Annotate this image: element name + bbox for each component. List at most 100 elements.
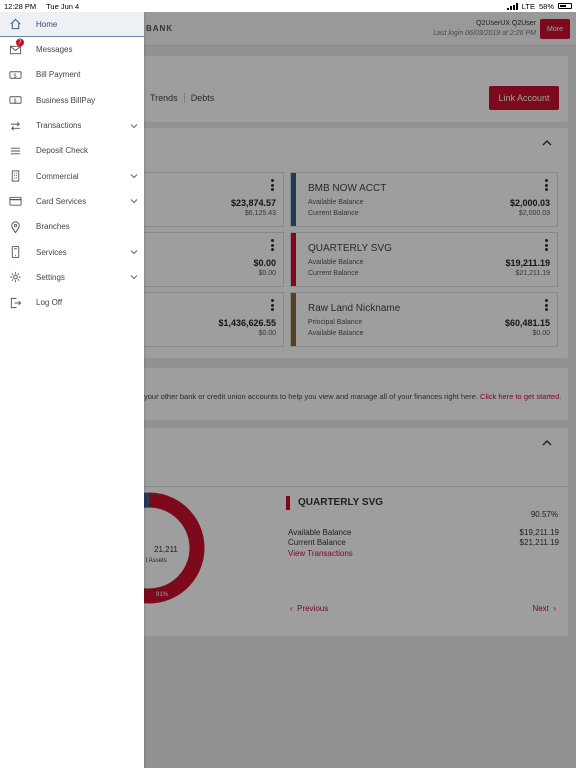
status-time: 12:28 PM [4, 1, 37, 11]
nav-item-home[interactable]: Home [0, 12, 144, 37]
kebab-menu-icon[interactable] [545, 299, 548, 311]
account-tile[interactable]: QUARTERLY SVG Available Balance Current Ba… [290, 232, 558, 287]
nav-item-branches[interactable]: Branches [0, 214, 144, 239]
balance-label: Available Balance [308, 259, 364, 266]
overview-tabs: Trends Debts [144, 93, 220, 103]
available-label: Available Balance [288, 528, 352, 537]
balance-label: Available Balance [308, 330, 364, 337]
more-button[interactable]: More [540, 19, 570, 39]
selected-account-percent: 90.57% [530, 510, 558, 519]
nav-item-label: Deposit Check [36, 146, 89, 156]
balance-label: Current Balance [308, 270, 359, 277]
bill-icon: $ [9, 68, 22, 81]
primary-balance: $19,211.19 [505, 258, 550, 268]
connect-panel: your other bank or credit union accounts… [144, 368, 568, 420]
nav-item-deposit-check[interactable]: Deposit Check [0, 138, 144, 163]
nav-item-label: Card Services [36, 196, 87, 206]
user-name: Q2UserUX Q2User [476, 20, 536, 27]
collapse-icon[interactable] [542, 438, 552, 448]
logout-icon [9, 296, 22, 309]
account-color-bar [291, 173, 296, 226]
signal-icon [506, 2, 518, 10]
nav-item-business-billpay[interactable]: $ Business BillPay [0, 88, 144, 113]
account-tile[interactable]: $1,436,626.55 $0.00 [134, 292, 284, 347]
nav-item-label: Messages [36, 45, 73, 55]
available-value: $19,211.19 [519, 528, 559, 537]
chevron-down-icon [130, 174, 138, 179]
nav-item-services[interactable]: Services [0, 239, 144, 264]
nav-item-label: Business BillPay [36, 95, 96, 105]
account-tile[interactable]: $23,874.57 $6,125.43 [134, 172, 284, 227]
previous-button[interactable]: ‹ Previous [290, 604, 328, 613]
assets-donut-chart[interactable]: 21,211 l Assets 91% [144, 488, 206, 608]
kebab-menu-icon[interactable] [545, 239, 548, 251]
primary-balance: $2,000.03 [509, 198, 550, 208]
building-icon [9, 170, 22, 183]
bill-icon: $ [9, 94, 22, 107]
tab-debts[interactable]: Debts [183, 93, 221, 103]
user-info: Q2UserUX Q2User Last login 06/03/2019 at… [433, 19, 536, 39]
balance-label: Available Balance [308, 199, 364, 206]
transfer-arrows-icon [9, 119, 22, 132]
connect-text: your other bank or credit union accounts… [144, 392, 561, 401]
nav-item-log-off[interactable]: Log Off [0, 290, 144, 315]
summary-panel: 21,211 l Assets 91% QUARTERLY SVG 90.57%… [144, 428, 568, 636]
phone-icon [9, 245, 22, 259]
nav-item-label: Settings [36, 272, 65, 282]
nav-item-settings[interactable]: Settings [0, 265, 144, 290]
gear-icon [9, 271, 22, 284]
nav-item-bill-payment[interactable]: $ Bill Payment [0, 62, 144, 87]
available-row: Available Balance $19,211.19 [288, 528, 559, 537]
battery-label: 58% [538, 1, 554, 11]
primary-balance: $23,874.57 [230, 198, 276, 208]
primary-balance: $1,436,626.55 [218, 318, 276, 328]
tab-trends[interactable]: Trends [144, 93, 184, 103]
kebab-menu-icon[interactable] [271, 239, 274, 251]
nav-item-label: Transactions [36, 121, 82, 131]
kebab-menu-icon[interactable] [545, 179, 548, 191]
home-icon [9, 18, 22, 31]
donut-remainder [144, 492, 150, 508]
list-icon [9, 144, 22, 157]
donut-center-value: 21,211 [154, 545, 178, 554]
account-name: BMB NOW ACCT [308, 183, 387, 194]
location-pin-icon [9, 220, 22, 234]
nav-item-label: Log Off [36, 298, 63, 308]
envelope-icon: 7 [9, 38, 24, 56]
balance-label: Principal Balance [308, 319, 363, 326]
overview-panel: Trends Debts Link Account [144, 56, 568, 122]
last-login: Last login 06/03/2019 at 2:26 PM [433, 30, 536, 37]
donut-center-label: l Assets [146, 558, 167, 564]
status-bar: 12:28 PM Tue Jun 4 LTE 58% [0, 0, 576, 12]
secondary-balance: $0.00 [258, 270, 276, 277]
account-name: QUARTERLY SVG [308, 243, 392, 254]
next-label: Next [532, 604, 549, 613]
svg-text:$: $ [14, 99, 17, 105]
secondary-balance: $0.00 [532, 330, 550, 337]
account-color-bar [291, 293, 296, 346]
donut-percent: 91% [156, 592, 169, 598]
kebab-menu-icon[interactable] [271, 299, 274, 311]
nav-item-transactions[interactable]: Transactions [0, 113, 144, 138]
unread-badge: 7 [16, 38, 24, 47]
get-started-link[interactable]: Click here to get started. [480, 392, 561, 401]
account-tile[interactable]: $0.00 $0.00 [134, 232, 284, 287]
secondary-balance: $6,125.43 [244, 210, 276, 217]
link-account-button[interactable]: Link Account [489, 86, 559, 110]
brand-name: BANK [146, 24, 174, 33]
view-transactions-link[interactable]: View Transactions [288, 549, 353, 558]
nav-item-commercial[interactable]: Commercial [0, 163, 144, 188]
account-tile[interactable]: BMB NOW ACCT Available Balance Current Bal… [290, 172, 558, 227]
svg-text:$: $ [14, 73, 17, 79]
chevron-down-icon [130, 199, 138, 204]
nav-item-card-services[interactable]: Card Services [0, 189, 144, 214]
account-tile[interactable]: Raw Land Nickname Principal Balance Availa… [290, 292, 558, 347]
collapse-icon[interactable] [542, 138, 552, 148]
kebab-menu-icon[interactable] [271, 179, 274, 191]
status-indicators: LTE 58% [506, 1, 572, 11]
next-button[interactable]: Next › [532, 604, 556, 613]
current-row: Current Balance $21,211.19 [288, 538, 559, 547]
nav-drawer: Home 7 Messages $ Bill Payment $ Business Bill… [0, 12, 144, 768]
nav-item-messages[interactable]: 7 Messages [0, 37, 144, 62]
previous-label: Previous [297, 604, 329, 613]
